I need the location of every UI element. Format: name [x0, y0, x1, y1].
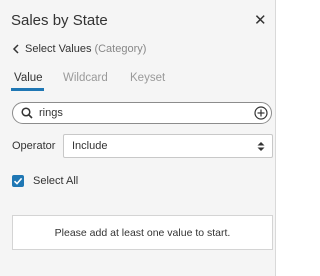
back-link[interactable]: Select Values (Category) [12, 43, 146, 55]
select-all-checkbox[interactable] [12, 175, 24, 187]
empty-values-message: Please add at least one value to start. [12, 215, 273, 250]
plus-circle-icon[interactable] [254, 106, 268, 120]
tab-value[interactable]: Value [14, 72, 43, 84]
tab-keyset[interactable]: Keyset [130, 72, 165, 84]
active-tab-indicator [11, 88, 44, 91]
close-icon[interactable]: ✕ [254, 13, 267, 29]
back-label: Select Values [25, 43, 92, 55]
search-box[interactable] [12, 102, 272, 124]
operator-label: Operator [12, 140, 56, 152]
filter-panel: Sales by State ✕ Select Values (Category… [0, 0, 276, 276]
panel-title: Sales by State [11, 12, 108, 29]
chevron-left-icon [12, 44, 19, 54]
checkmark-icon [13, 177, 23, 185]
search-input[interactable] [39, 106, 239, 120]
operator-select[interactable]: Include [63, 134, 273, 158]
search-icon [21, 107, 33, 119]
select-all-label[interactable]: Select All [33, 175, 78, 187]
operator-value: Include [72, 140, 108, 152]
back-category: (Category) [94, 43, 147, 55]
empty-message-text: Please add at least one value to start. [54, 226, 231, 239]
updown-arrow-icon [257, 142, 265, 151]
tab-wildcard[interactable]: Wildcard [63, 72, 108, 84]
